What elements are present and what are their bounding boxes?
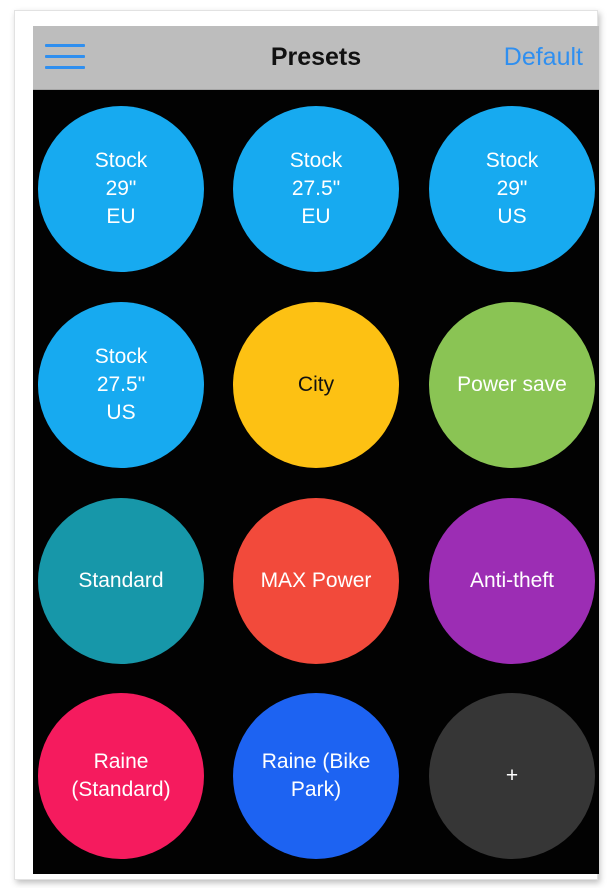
presets-grid: Stock 29" EU Stock 27.5" EU Stock 29" US… bbox=[33, 90, 599, 874]
hamburger-menu-icon[interactable] bbox=[45, 42, 85, 72]
preset-stock-29-eu[interactable]: Stock 29" EU bbox=[38, 106, 204, 272]
preset-anti-theft[interactable]: Anti-theft bbox=[429, 498, 595, 664]
preset-power-save[interactable]: Power save bbox=[429, 302, 595, 468]
add-preset-button[interactable]: + bbox=[429, 693, 595, 859]
preset-stock-27-5-eu[interactable]: Stock 27.5" EU bbox=[233, 106, 399, 272]
preset-stock-27-5-us[interactable]: Stock 27.5" US bbox=[38, 302, 204, 468]
preset-max-power[interactable]: MAX Power bbox=[233, 498, 399, 664]
app-screen: Presets Default Stock 29" EU Stock 27.5"… bbox=[33, 26, 599, 874]
preset-standard[interactable]: Standard bbox=[38, 498, 204, 664]
menu-line bbox=[45, 44, 85, 47]
preset-raine-standard[interactable]: Raine (Standard) bbox=[38, 693, 204, 859]
menu-line bbox=[45, 55, 85, 58]
preset-city[interactable]: City bbox=[233, 302, 399, 468]
menu-line bbox=[45, 66, 85, 69]
navigation-bar: Presets Default bbox=[33, 26, 599, 90]
default-button[interactable]: Default bbox=[504, 43, 583, 72]
preset-stock-29-us[interactable]: Stock 29" US bbox=[429, 106, 595, 272]
preset-raine-bike-park[interactable]: Raine (Bike Park) bbox=[233, 693, 399, 859]
